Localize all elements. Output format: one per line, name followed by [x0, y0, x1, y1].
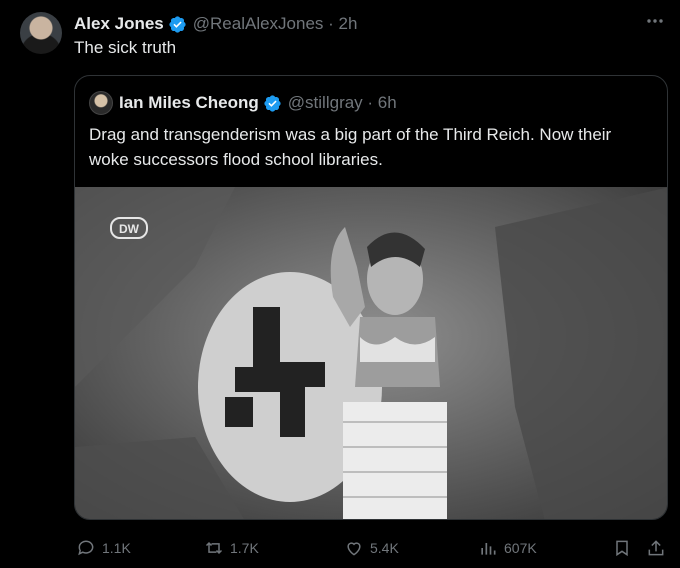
- dw-watermark: DW: [119, 222, 140, 236]
- retweet-count: 1.7K: [230, 540, 259, 556]
- reply-icon: [78, 540, 94, 556]
- share-icon[interactable]: [646, 536, 666, 560]
- verified-badge-icon: [264, 94, 281, 112]
- bookmark-icon[interactable]: [612, 536, 632, 560]
- like-button[interactable]: 5.4K: [344, 536, 399, 560]
- quote-handle-time[interactable]: @stillgray · 6h: [288, 93, 397, 113]
- reply-button[interactable]: 1.1K: [76, 536, 131, 560]
- reply-count: 1.1K: [102, 540, 131, 556]
- verified-badge-icon: [169, 15, 186, 33]
- views-chart-icon: [481, 543, 496, 555]
- retweet-icon: [205, 541, 223, 555]
- action-bar: 1.1K 1.7K 5.4K 607K: [74, 536, 668, 560]
- quote-media-image[interactable]: DW: [75, 187, 668, 520]
- quote-author-name[interactable]: Ian Miles Cheong: [119, 93, 259, 113]
- quote-header: Ian Miles Cheong @stillgray · 6h: [89, 91, 397, 115]
- heart-icon: [347, 542, 361, 556]
- quote-author-avatar[interactable]: [89, 91, 113, 115]
- like-count: 5.4K: [370, 540, 399, 556]
- views-button[interactable]: 607K: [478, 536, 537, 560]
- tweet-header: Alex Jones @RealAlexJones · 2h: [74, 13, 357, 35]
- views-count: 607K: [504, 540, 537, 556]
- quote-text: Drag and transgenderism was a big part o…: [89, 125, 612, 169]
- more-options-icon[interactable]: [644, 14, 666, 28]
- tweet-text: The sick truth: [74, 38, 177, 57]
- author-avatar[interactable]: [20, 12, 62, 54]
- quoted-tweet[interactable]: Ian Miles Cheong @stillgray · 6h Drag an…: [74, 75, 668, 520]
- retweet-button[interactable]: 1.7K: [204, 536, 259, 560]
- author-handle-time[interactable]: @RealAlexJones · 2h: [193, 14, 358, 34]
- author-name[interactable]: Alex Jones: [74, 14, 164, 34]
